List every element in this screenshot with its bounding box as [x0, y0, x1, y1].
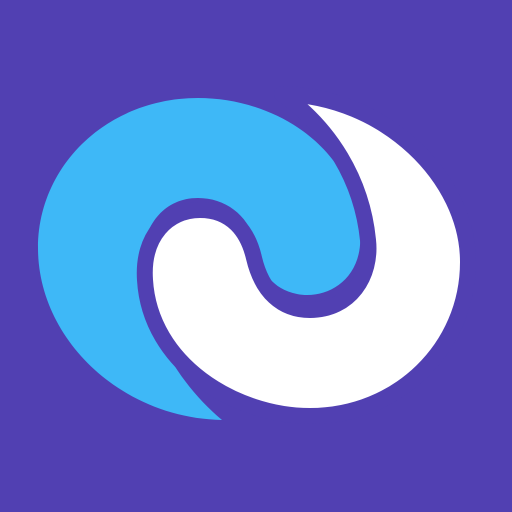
app-icon	[0, 0, 512, 512]
swirl-logo-icon	[0, 0, 512, 512]
